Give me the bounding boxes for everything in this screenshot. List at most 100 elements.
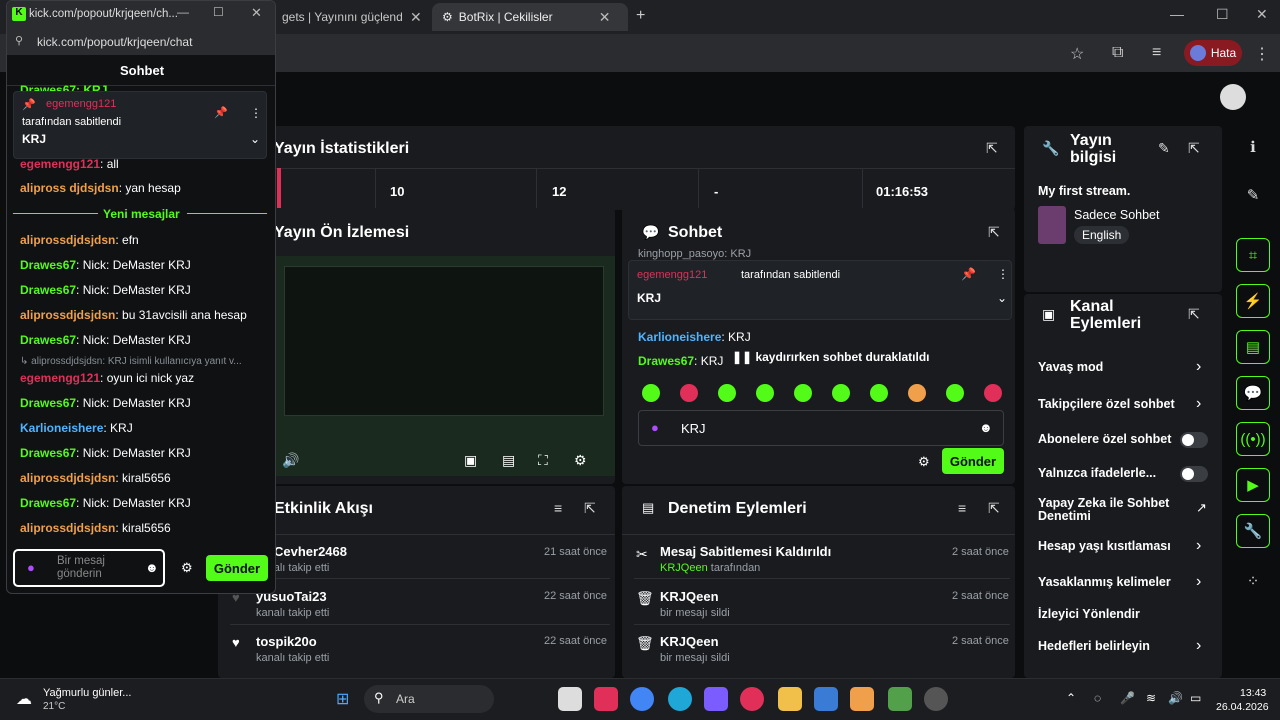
clock-date[interactable]: 26.04.2026 bbox=[1216, 701, 1269, 713]
subscribers-toggle[interactable] bbox=[1180, 432, 1208, 448]
apps-icon[interactable]: ⁘ bbox=[1236, 564, 1270, 598]
send-button[interactable]: Gönder bbox=[206, 555, 268, 581]
emote-icon[interactable] bbox=[870, 384, 888, 402]
obs-icon[interactable] bbox=[924, 687, 948, 711]
action-banned-words[interactable]: Yasaklanmış kelimeler bbox=[1038, 575, 1171, 589]
chevron-down-icon[interactable]: ⌄ bbox=[250, 132, 260, 146]
pinned-message[interactable]: egemengg121 tarafından sabitlendi 📌 ⋮ KR… bbox=[628, 260, 1012, 320]
more-icon[interactable]: ⋮ bbox=[997, 267, 1009, 281]
filter-icon[interactable]: ≡ bbox=[554, 500, 562, 516]
expand-icon[interactable]: ⇱ bbox=[584, 500, 596, 517]
emoji-icon[interactable]: ☻ bbox=[979, 420, 993, 435]
network-icon[interactable]: ◌ bbox=[1094, 691, 1101, 705]
event-name[interactable]: KRJQeen bbox=[660, 634, 719, 649]
lightning-icon[interactable]: ⚡ bbox=[1236, 284, 1270, 318]
weather-text[interactable]: Yağmurlu günler... bbox=[43, 687, 131, 699]
chrome-icon[interactable] bbox=[630, 687, 654, 711]
emote-icon[interactable] bbox=[984, 384, 1002, 402]
expand-icon[interactable]: ⇱ bbox=[1188, 140, 1200, 157]
paused-notice[interactable]: ❚❚ kaydırırken sohbet duraklatıldı bbox=[728, 348, 934, 366]
pin-icon[interactable]: 📌 bbox=[961, 267, 976, 281]
edit-icon[interactable]: ✎ bbox=[1158, 140, 1170, 157]
new-tab-icon[interactable]: + bbox=[636, 7, 645, 25]
maximize-icon[interactable]: ☐ bbox=[213, 5, 224, 19]
emote-icon[interactable] bbox=[680, 384, 698, 402]
screenshot-icon[interactable]: ⌗ bbox=[1236, 238, 1270, 272]
site-info-icon[interactable]: ⚲ bbox=[15, 34, 23, 47]
theater-icon[interactable]: ▤ bbox=[502, 452, 515, 469]
app-icon[interactable] bbox=[850, 687, 874, 711]
pinned-message[interactable]: 📌 egemengg121 tarafından sabitlendi 📌 ⋮ … bbox=[13, 91, 267, 159]
more-icon[interactable]: ⋮ bbox=[250, 106, 262, 120]
app-icon[interactable] bbox=[594, 687, 618, 711]
expand-icon[interactable]: ⇱ bbox=[988, 224, 1000, 241]
send-button[interactable]: Gönder bbox=[942, 448, 1004, 474]
avatar[interactable] bbox=[1220, 84, 1246, 110]
folder-icon[interactable] bbox=[778, 687, 802, 711]
extensions-icon[interactable]: ⧉ bbox=[1112, 44, 1123, 62]
wifi-icon[interactable]: ≋ bbox=[1146, 691, 1156, 705]
category-name[interactable]: Sadece Sohbet bbox=[1074, 208, 1160, 222]
expand-icon[interactable]: ⇱ bbox=[988, 500, 1000, 517]
weather-icon[interactable]: ☁ bbox=[16, 689, 32, 709]
settings-icon[interactable]: ⚙ bbox=[181, 560, 193, 576]
document-icon[interactable]: ▤ bbox=[1236, 330, 1270, 364]
stream-preview-video[interactable]: 🔊 ▣ ▤ ⛶ ⚙ bbox=[276, 256, 615, 476]
chat-input[interactable]: ● KRJ ☻ bbox=[638, 410, 1004, 446]
emote-icon[interactable] bbox=[946, 384, 964, 402]
pip-icon[interactable]: ▣ bbox=[464, 452, 477, 469]
emote-icon[interactable] bbox=[642, 384, 660, 402]
event-name[interactable]: KRJQeen bbox=[660, 589, 719, 604]
minimize-icon[interactable]: — bbox=[1170, 6, 1184, 22]
action-goals[interactable]: Hedefleri belirleyin bbox=[1038, 639, 1150, 653]
emote-icon[interactable] bbox=[908, 384, 926, 402]
chevron-right-icon[interactable]: › bbox=[1196, 395, 1201, 413]
chevron-up-icon[interactable]: ⌃ bbox=[1066, 691, 1076, 705]
opera-icon[interactable] bbox=[740, 687, 764, 711]
minecraft-icon[interactable] bbox=[888, 687, 912, 711]
profile-error-button[interactable]: Hata bbox=[1184, 40, 1242, 66]
clock-time[interactable]: 13:43 bbox=[1240, 687, 1266, 699]
chevron-right-icon[interactable]: › bbox=[1196, 537, 1201, 555]
event-name[interactable]: tospik20o bbox=[256, 634, 317, 649]
media-icon[interactable]: ≡ bbox=[1152, 44, 1161, 62]
emote-icon[interactable] bbox=[718, 384, 736, 402]
minimize-icon[interactable]: — bbox=[177, 5, 189, 19]
fullscreen-icon[interactable]: ⛶ bbox=[538, 452, 548, 469]
expand-icon[interactable]: ⇱ bbox=[1188, 306, 1200, 323]
emoji-icon[interactable]: ☻ bbox=[145, 560, 159, 575]
chevron-right-icon[interactable]: › bbox=[1196, 637, 1201, 655]
popout-addressbar[interactable]: ⚲ kick.com/popout/krjqeen/chat bbox=[7, 29, 275, 55]
emote-icon[interactable] bbox=[794, 384, 812, 402]
chevron-down-icon[interactable]: ⌄ bbox=[997, 291, 1007, 305]
chevron-right-icon[interactable]: › bbox=[1196, 573, 1201, 591]
taskview-icon[interactable] bbox=[558, 687, 582, 711]
emote-icon[interactable] bbox=[832, 384, 850, 402]
volume-icon[interactable]: 🔊 bbox=[1168, 691, 1183, 705]
close-icon[interactable]: ✕ bbox=[599, 9, 611, 26]
edge-icon[interactable] bbox=[668, 687, 692, 711]
chat-icon[interactable]: 💬 bbox=[1236, 376, 1270, 410]
mic-icon[interactable]: 🎤 bbox=[1120, 691, 1135, 705]
action-slow-mode[interactable]: Yavaş mod bbox=[1038, 360, 1103, 374]
video-icon[interactable]: ▶ bbox=[1236, 468, 1270, 502]
action-account-age[interactable]: Hesap yaşı kısıtlaması bbox=[1038, 539, 1171, 553]
edit-icon[interactable]: ✎ bbox=[1236, 178, 1270, 212]
search-box[interactable]: ⚲ Ara bbox=[364, 685, 494, 713]
volume-icon[interactable]: 🔊 bbox=[282, 452, 299, 469]
chat-input[interactable]: ● Bir mesaj gönderin ☻ bbox=[13, 549, 165, 587]
maximize-icon[interactable]: ☐ bbox=[1216, 6, 1229, 23]
settings-icon[interactable]: ⚙ bbox=[574, 452, 587, 469]
battery-icon[interactable]: ▭ bbox=[1190, 691, 1201, 705]
close-icon[interactable]: ✕ bbox=[251, 5, 262, 21]
emotes-toggle[interactable] bbox=[1180, 466, 1208, 482]
action-followers-only[interactable]: Takipçilere özel sohbet bbox=[1038, 397, 1175, 411]
menu-icon[interactable]: ⋮ bbox=[1254, 44, 1270, 64]
settings-icon[interactable]: ⚙ bbox=[918, 454, 930, 470]
action-raid[interactable]: İzleyici Yönlendir bbox=[1038, 607, 1140, 621]
tab-yayin[interactable]: gets | Yayınını güçlendirme ✕ bbox=[272, 3, 432, 31]
filter-icon[interactable]: ≡ bbox=[958, 500, 966, 516]
emote-icon[interactable] bbox=[756, 384, 774, 402]
broadcast-icon[interactable]: ((•)) bbox=[1236, 422, 1270, 456]
wrench-icon[interactable]: 🔧 bbox=[1236, 514, 1270, 548]
